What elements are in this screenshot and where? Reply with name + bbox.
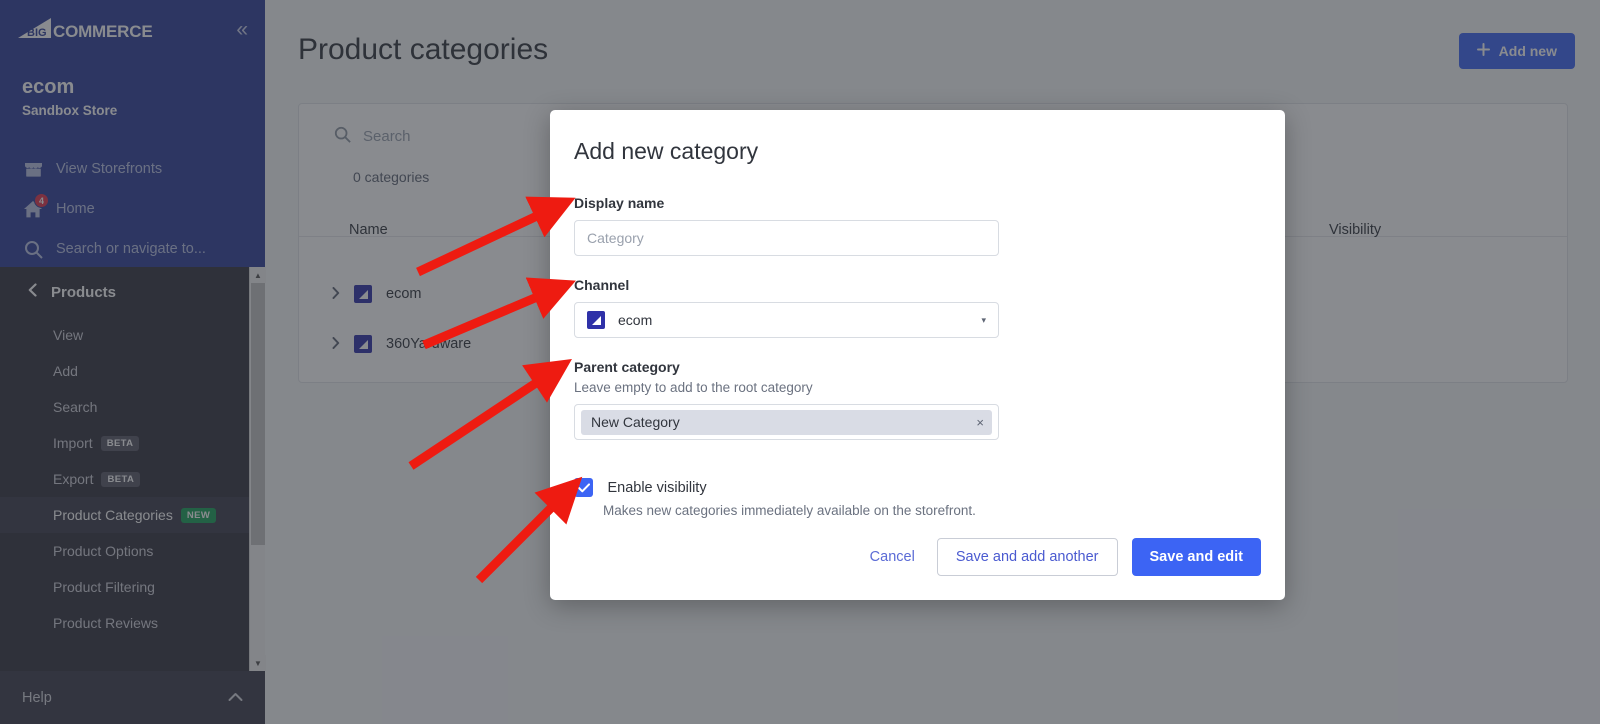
display-name-input[interactable]: Category bbox=[574, 220, 999, 256]
display-name-label: Display name bbox=[574, 195, 665, 211]
channel-label: Channel bbox=[574, 277, 630, 293]
parent-category-group: Parent category Leave empty to add to th… bbox=[574, 359, 999, 440]
enable-visibility-label: Enable visibility bbox=[607, 479, 707, 496]
close-icon[interactable]: × bbox=[976, 415, 984, 430]
channel-icon bbox=[587, 311, 605, 329]
chevron-down-icon: ▾ bbox=[981, 314, 986, 325]
enable-visibility-group: Enable visibility Makes new categories i… bbox=[574, 478, 976, 518]
add-new-category-dialog: Add new category Display name Category C… bbox=[550, 110, 1285, 600]
parent-category-label: Parent category bbox=[574, 359, 680, 375]
enable-visibility-checkbox[interactable] bbox=[574, 478, 593, 497]
channel-select[interactable]: ecom ▾ bbox=[574, 302, 999, 338]
app-root: BIG COMMERCE « ecom Sandbox Store View S… bbox=[0, 0, 1600, 724]
token-label: New Category bbox=[591, 414, 680, 430]
display-name-group: Display name Category bbox=[574, 195, 999, 256]
dialog-title: Add new category bbox=[574, 138, 759, 164]
parent-category-token: New Category × bbox=[581, 409, 992, 435]
channel-group: Channel ecom ▾ bbox=[574, 277, 999, 338]
parent-category-hint: Leave empty to add to the root category bbox=[574, 380, 813, 395]
parent-category-input[interactable]: New Category × bbox=[574, 404, 999, 440]
save-and-edit-button[interactable]: Save and edit bbox=[1131, 538, 1261, 576]
cancel-button[interactable]: Cancel bbox=[862, 543, 923, 571]
save-and-add-another-button[interactable]: Save and add another bbox=[936, 538, 1118, 576]
channel-value: ecom bbox=[618, 312, 653, 328]
enable-visibility-help: Makes new categories immediately availab… bbox=[603, 503, 976, 518]
dialog-actions: Cancel Save and add another Save and edi… bbox=[862, 538, 1261, 576]
display-name-placeholder: Category bbox=[587, 230, 644, 246]
